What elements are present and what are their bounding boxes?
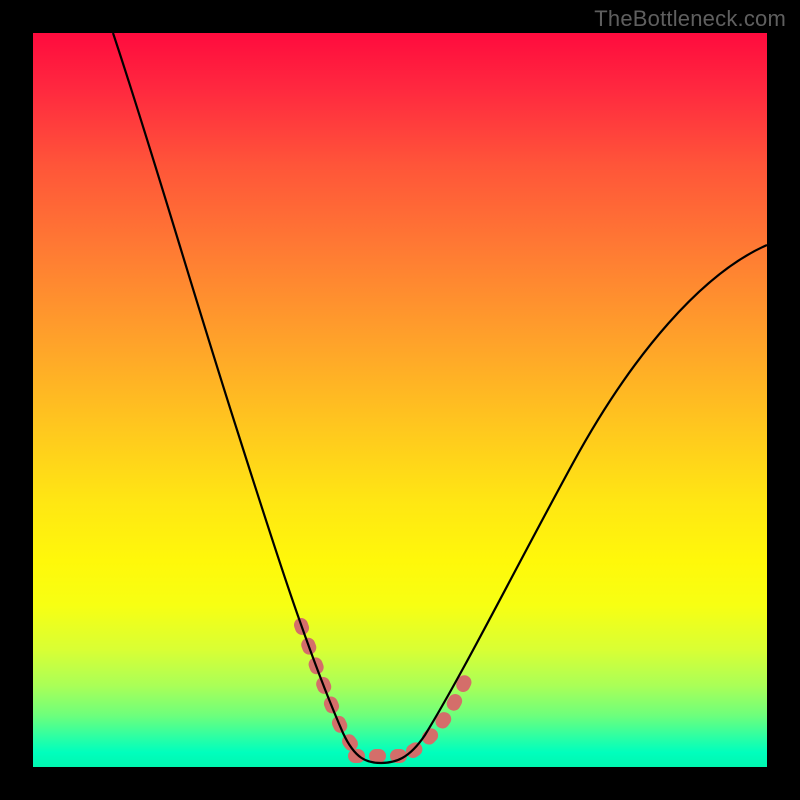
optimal-range-highlight-left <box>301 625 360 753</box>
outer-frame: TheBottleneck.com <box>0 0 800 800</box>
watermark-text: TheBottleneck.com <box>594 6 786 32</box>
plot-area <box>33 33 767 767</box>
bottleneck-curve <box>113 33 767 763</box>
chart-svg <box>33 33 767 767</box>
